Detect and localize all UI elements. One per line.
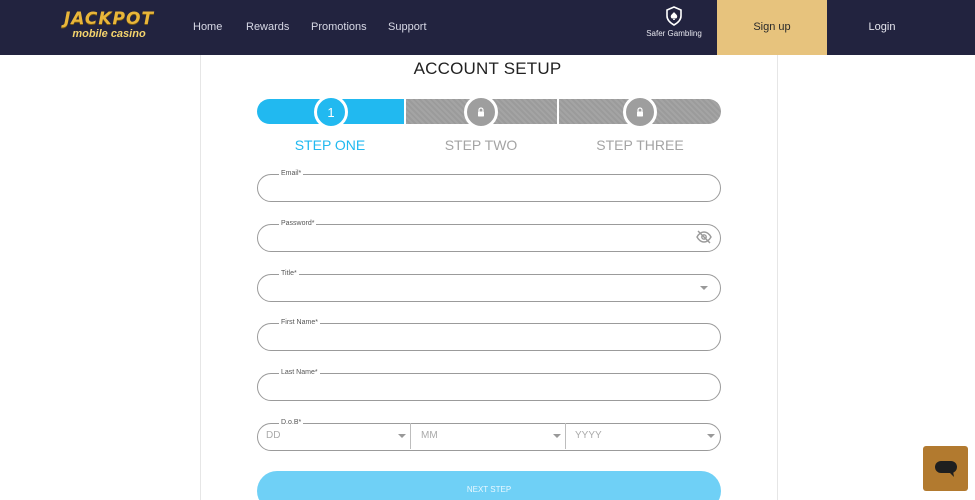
title-select[interactable] (257, 274, 721, 302)
shield-spade-icon (666, 6, 682, 26)
first-name-label: First Name* (279, 319, 320, 326)
site-header: JACKPOT mobile casino Home Rewards Promo… (0, 0, 975, 55)
login-button[interactable]: Login (827, 0, 937, 55)
chevron-down-icon (398, 434, 406, 438)
jackpot-logo[interactable]: JACKPOT mobile casino (62, 11, 156, 43)
dob-year-select[interactable]: YYYY (575, 423, 602, 449)
nav-support[interactable]: Support (388, 0, 427, 55)
safer-gambling-link[interactable]: Safer Gambling (640, 6, 708, 46)
page-title: ACCOUNT SETUP (413, 59, 562, 78)
step-two-indicator (464, 95, 498, 129)
title-label: Title* (279, 270, 299, 277)
chat-widget-button[interactable] (923, 446, 968, 491)
chevron-down-icon (700, 286, 708, 290)
password-field[interactable] (257, 224, 721, 252)
dob-month-select[interactable]: MM (421, 423, 438, 449)
nav-promotions[interactable]: Promotions (311, 0, 367, 55)
nav-home[interactable]: Home (193, 0, 222, 55)
dob-label: D.o.B* (279, 419, 304, 426)
email-label: Email* (279, 170, 304, 177)
email-field[interactable] (257, 174, 721, 202)
lock-icon (478, 107, 484, 117)
dob-divider (565, 423, 566, 449)
dob-divider (410, 423, 411, 449)
password-label: Password* (279, 220, 317, 227)
chevron-down-icon (707, 434, 715, 438)
signup-button[interactable]: Sign up (717, 0, 827, 55)
first-name-field[interactable] (257, 323, 721, 351)
last-name-field[interactable] (257, 373, 721, 401)
step-one-number: 1 (327, 104, 335, 120)
lock-icon (637, 107, 643, 117)
last-name-label: Last Name* (279, 369, 320, 376)
step-one-label: STEP ONE (294, 137, 366, 153)
dob-field (257, 423, 721, 451)
next-step-button[interactable]: NEXT STEP (257, 471, 721, 500)
step-two-label: STEP TWO (444, 137, 518, 153)
logo-text-top: JACKPOT (63, 9, 155, 29)
chevron-down-icon (553, 434, 561, 438)
dob-day-select[interactable]: DD (266, 423, 280, 449)
nav-rewards[interactable]: Rewards (246, 0, 289, 55)
logo-text-bottom: mobile casino (72, 28, 146, 40)
step-three-label: STEP THREE (596, 137, 684, 153)
chat-bubble-icon (934, 460, 957, 477)
step-one-indicator: 1 (314, 95, 348, 129)
hide-password-icon[interactable] (696, 230, 712, 244)
step-three-indicator (623, 95, 657, 129)
safer-gambling-label: Safer Gambling (646, 29, 702, 38)
